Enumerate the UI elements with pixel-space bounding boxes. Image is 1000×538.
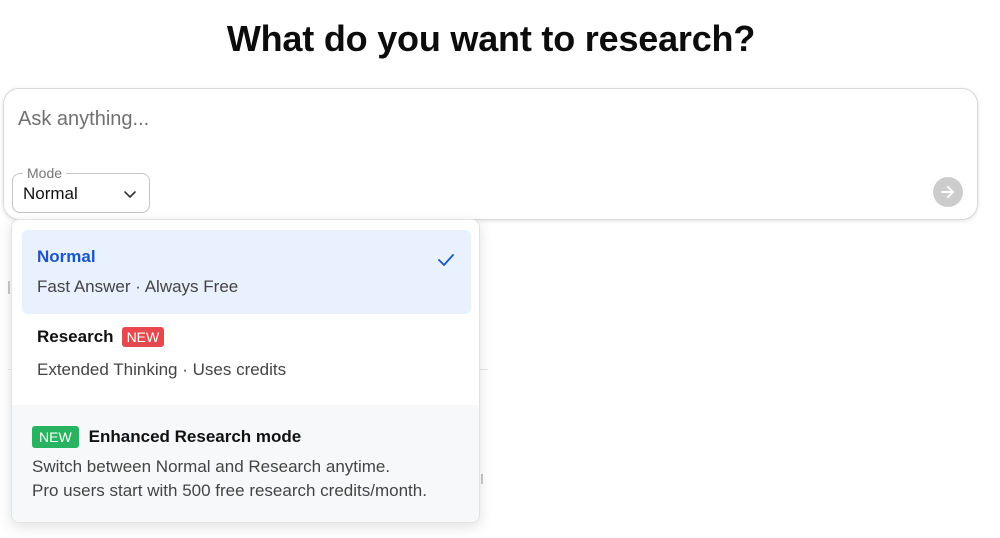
new-badge: NEW (121, 327, 165, 347)
info-text-line: Switch between Normal and Research anyti… (32, 457, 391, 476)
info-text-line: Pro users start with 500 free research c… (32, 481, 427, 500)
option-title-row: Research NEW (37, 327, 165, 347)
background-fragment (481, 474, 483, 484)
option-description: Fast Answer · Always Free (37, 277, 239, 296)
search-input[interactable] (18, 105, 918, 133)
page-title: What do you want to research? (226, 18, 756, 59)
new-badge: NEW (32, 426, 79, 448)
chevron-down-icon (124, 191, 136, 198)
mode-option-normal[interactable]: Normal Fast Answer · Always Free (22, 230, 471, 314)
info-header: NEW Enhanced Research mode (32, 426, 301, 448)
mode-option-research[interactable]: Research NEW Extended Thinking · Uses cr… (22, 313, 471, 397)
mode-label: Mode (23, 164, 67, 182)
page: What do you want to research? Mode Norma… (0, 0, 1000, 538)
info-title: Enhanced Research mode (88, 427, 302, 446)
mode-select[interactable]: Mode Normal (12, 164, 150, 213)
check-icon (438, 254, 454, 266)
option-description: Extended Thinking · Uses credits (37, 360, 287, 379)
send-button[interactable] (933, 177, 963, 207)
enhanced-research-info: NEW Enhanced Research mode Switch betwee… (12, 405, 479, 522)
mode-dropdown-menu: Normal Fast Answer · Always Free Researc… (11, 219, 480, 523)
background-fragment (8, 281, 10, 294)
query-composer: Mode Normal (3, 88, 978, 220)
option-title: Research (37, 327, 114, 346)
option-title: Normal (37, 247, 96, 266)
mode-selected-value: Normal (23, 184, 78, 203)
arrow-right-icon (941, 186, 954, 198)
